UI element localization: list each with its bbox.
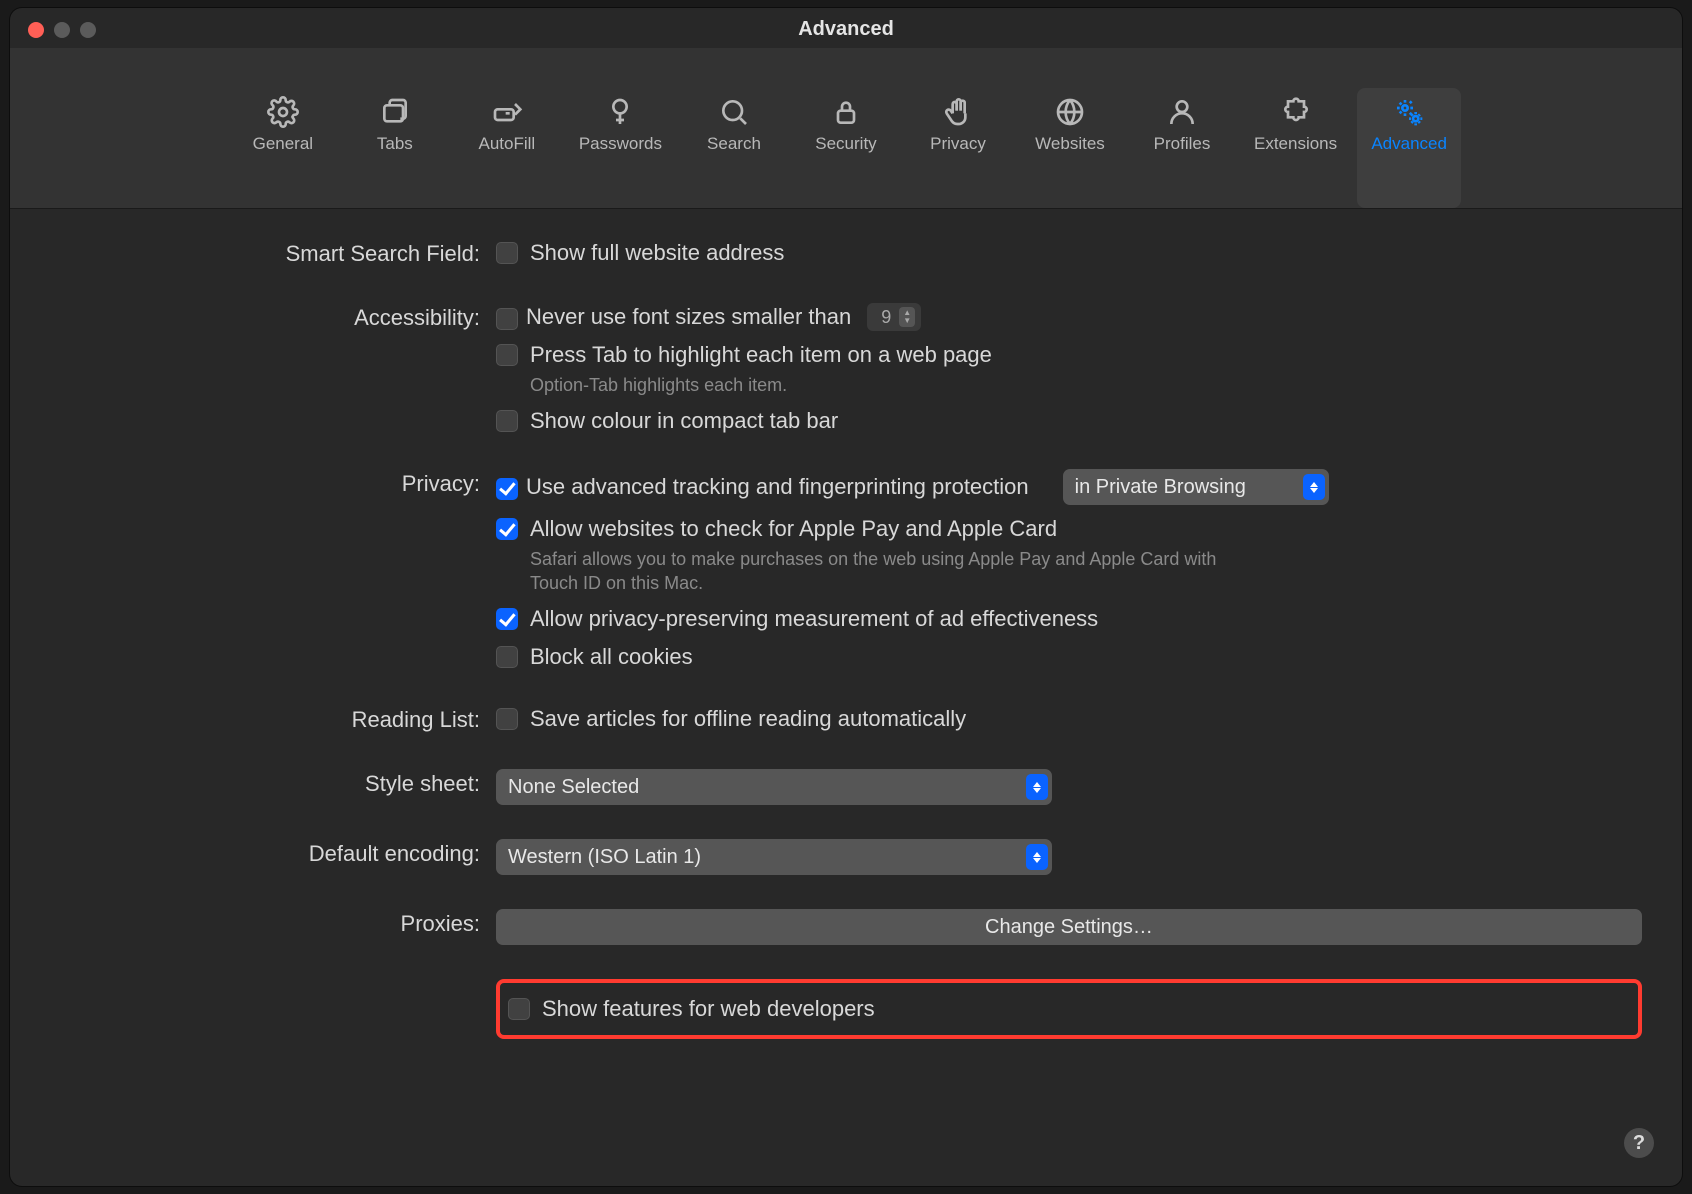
default-encoding-select[interactable]: Western (ISO Latin 1): [496, 839, 1052, 875]
tab-general[interactable]: General: [231, 88, 335, 208]
tab-label: Privacy: [930, 134, 986, 154]
tracking-scope-value: in Private Browsing: [1075, 476, 1246, 499]
default-encoding-label: Default encoding:: [50, 839, 496, 869]
web-developer-checkbox[interactable]: [508, 998, 530, 1020]
reading-list-label: Reading List:: [50, 705, 496, 735]
tab-label: Profiles: [1154, 134, 1211, 154]
autofill-icon: [489, 94, 525, 130]
dropdown-caret-icon: [1303, 474, 1325, 500]
tab-label: AutoFill: [479, 134, 536, 154]
dropdown-caret-icon: [1026, 844, 1048, 870]
tab-privacy[interactable]: Privacy: [906, 88, 1010, 208]
show-colour-text: Show colour in compact tab bar: [530, 407, 838, 435]
tab-label: Passwords: [579, 134, 662, 154]
tab-websites[interactable]: Websites: [1018, 88, 1122, 208]
tab-security[interactable]: Security: [794, 88, 898, 208]
window-title: Advanced: [10, 18, 1682, 41]
advanced-pane: Smart Search Field: Show full website ad…: [10, 209, 1682, 1079]
tab-label: Security: [815, 134, 876, 154]
offline-reading-text: Save articles for offline reading automa…: [530, 705, 966, 733]
tab-search[interactable]: Search: [682, 88, 786, 208]
smart-search-label: Smart Search Field:: [50, 239, 496, 269]
person-icon: [1164, 94, 1200, 130]
tab-advanced[interactable]: Advanced: [1357, 88, 1461, 208]
search-icon: [716, 94, 752, 130]
tab-extensions[interactable]: Extensions: [1242, 88, 1349, 208]
tracking-checkbox[interactable]: [496, 478, 518, 500]
accessibility-label: Accessibility:: [50, 303, 496, 333]
style-sheet-label: Style sheet:: [50, 769, 496, 799]
style-sheet-value: None Selected: [508, 776, 639, 799]
ad-measurement-checkbox[interactable]: [496, 608, 518, 630]
full-address-text: Show full website address: [530, 239, 784, 267]
ad-measurement-text: Allow privacy-preserving measurement of …: [530, 605, 1098, 633]
default-encoding-value: Western (ISO Latin 1): [508, 846, 701, 869]
block-cookies-checkbox[interactable]: [496, 646, 518, 668]
tab-autofill[interactable]: AutoFill: [455, 88, 559, 208]
apple-pay-text: Allow websites to check for Apple Pay an…: [530, 515, 1230, 543]
proxies-label: Proxies:: [50, 909, 496, 939]
help-button[interactable]: ?: [1624, 1128, 1654, 1158]
stepper-arrows-icon: ▲▼: [899, 307, 915, 327]
developer-highlight: Show features for web developers: [496, 979, 1642, 1039]
preferences-toolbar: General Tabs AutoFill Passwords Search: [10, 48, 1682, 209]
web-developer-text: Show features for web developers: [542, 995, 875, 1023]
help-label: ?: [1633, 1132, 1645, 1155]
tab-passwords[interactable]: Passwords: [567, 88, 674, 208]
full-address-checkbox[interactable]: [496, 242, 518, 264]
offline-reading-checkbox[interactable]: [496, 708, 518, 730]
preferences-window: Advanced General Tabs AutoFill Passwor: [10, 8, 1682, 1186]
change-proxies-button[interactable]: Change Settings…: [496, 909, 1642, 945]
min-font-value: 9: [873, 307, 899, 328]
change-proxies-label: Change Settings…: [985, 916, 1153, 939]
block-cookies-text: Block all cookies: [530, 643, 693, 671]
tab-profiles[interactable]: Profiles: [1130, 88, 1234, 208]
tab-label: Tabs: [377, 134, 413, 154]
tracking-text: Use advanced tracking and fingerprinting…: [526, 473, 1029, 501]
tab-label: Websites: [1035, 134, 1105, 154]
gears-icon: [1391, 94, 1427, 130]
puzzle-icon: [1278, 94, 1314, 130]
min-font-stepper[interactable]: 9 ▲▼: [867, 303, 921, 331]
press-tab-hint: Option-Tab highlights each item.: [530, 373, 992, 397]
tab-label: Extensions: [1254, 134, 1337, 154]
style-sheet-select[interactable]: None Selected: [496, 769, 1052, 805]
press-tab-checkbox[interactable]: [496, 344, 518, 366]
lock-icon: [828, 94, 864, 130]
apple-pay-checkbox[interactable]: [496, 518, 518, 540]
gear-icon: [265, 94, 301, 130]
tabs-icon: [377, 94, 413, 130]
key-icon: [602, 94, 638, 130]
tab-label: General: [253, 134, 313, 154]
privacy-section-label: Privacy:: [50, 469, 496, 499]
min-font-text: Never use font sizes smaller than: [526, 303, 851, 331]
apple-pay-hint: Safari allows you to make purchases on t…: [530, 547, 1230, 595]
tab-tabs[interactable]: Tabs: [343, 88, 447, 208]
tab-label: Advanced: [1371, 134, 1447, 154]
titlebar: Advanced: [10, 8, 1682, 48]
press-tab-text: Press Tab to highlight each item on a we…: [530, 341, 992, 369]
globe-icon: [1052, 94, 1088, 130]
min-font-checkbox[interactable]: [496, 308, 518, 330]
dropdown-caret-icon: [1026, 774, 1048, 800]
show-colour-checkbox[interactable]: [496, 410, 518, 432]
tab-label: Search: [707, 134, 761, 154]
tracking-scope-select[interactable]: in Private Browsing: [1063, 469, 1329, 505]
hand-icon: [940, 94, 976, 130]
